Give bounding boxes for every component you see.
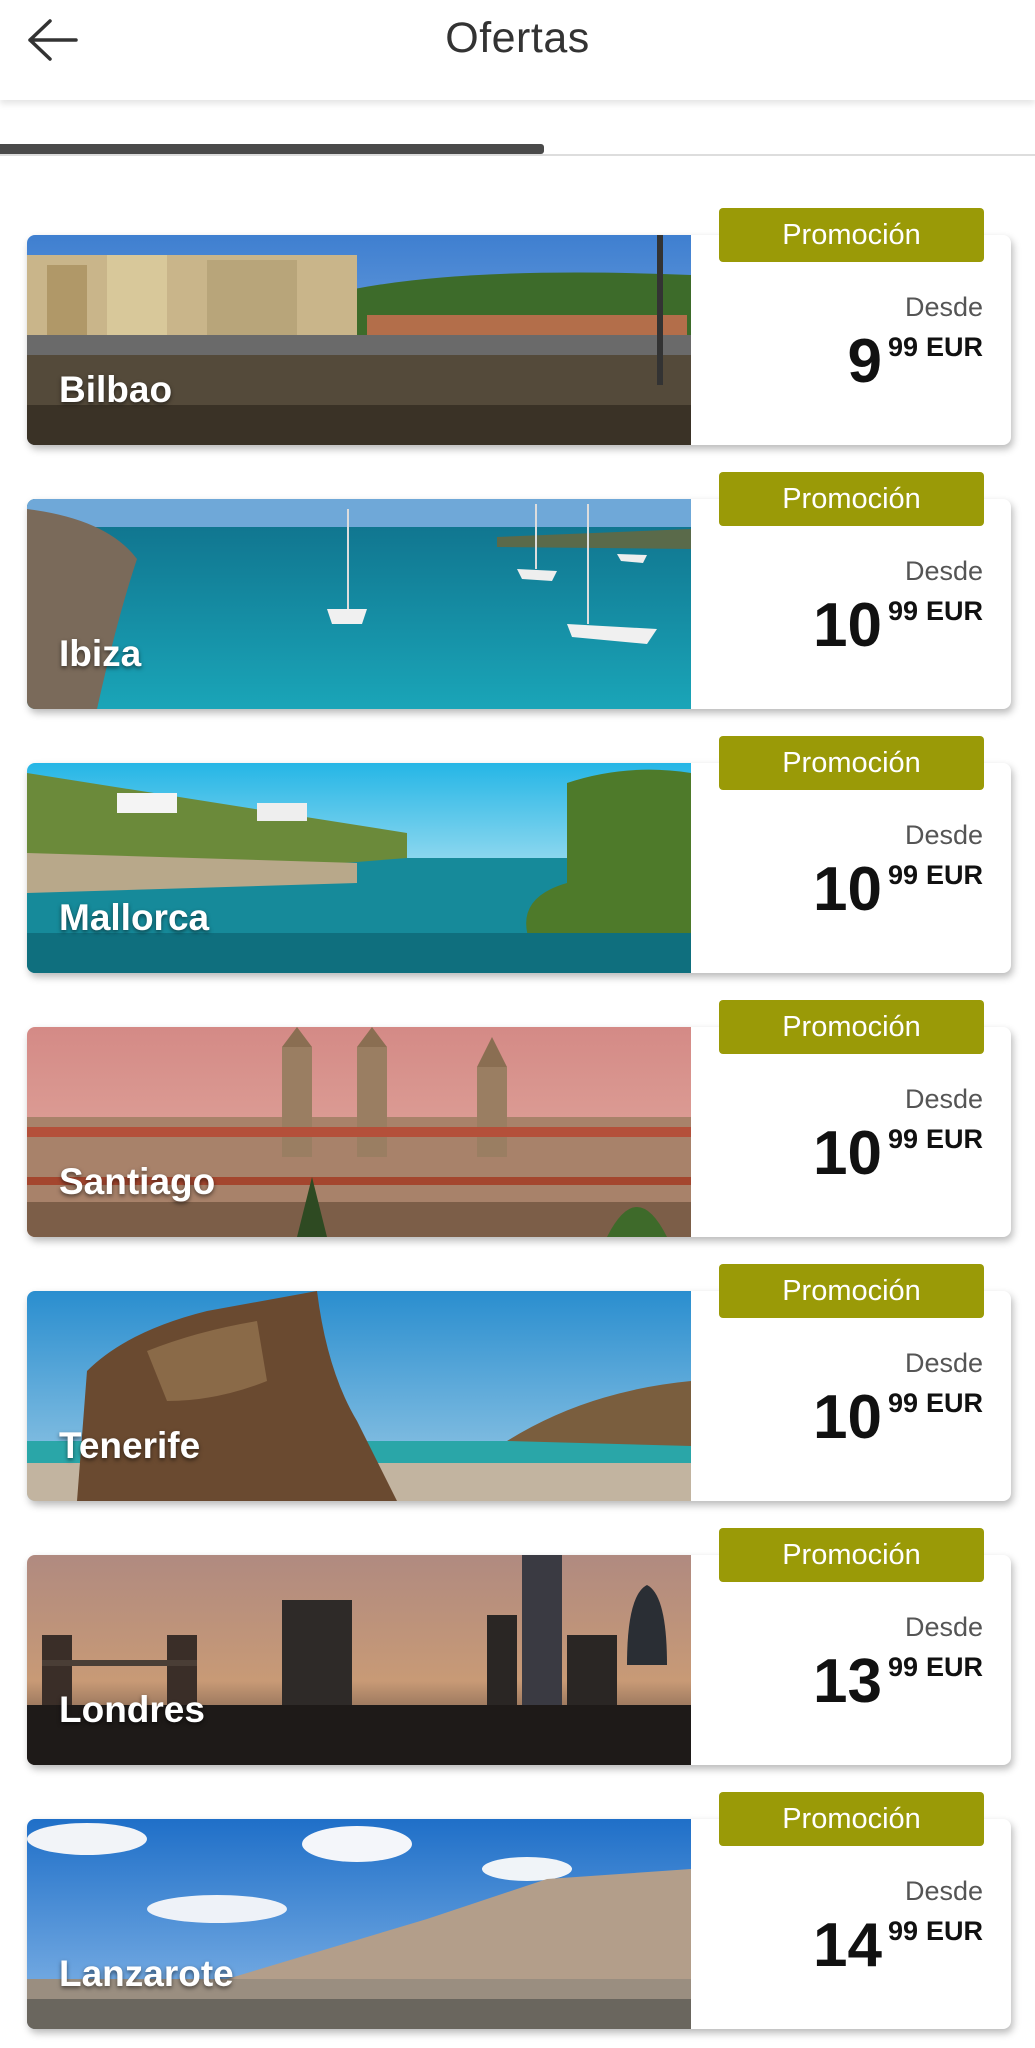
price-decimals: 99 (887, 1124, 918, 1154)
offer-card-ibiza[interactable]: Promoción Ibiza Desde 10 99 EUR (27, 472, 1011, 709)
price-decimals: 99 (887, 596, 918, 626)
price-integer: 10 (812, 1383, 882, 1452)
price-integer: 10 (812, 855, 882, 924)
price-from-label: Desde (904, 1876, 983, 1906)
price-currency: EUR (925, 1124, 983, 1154)
tab-second[interactable] (517, 120, 1034, 156)
offer-card-body: Londres Desde 13 99 EUR (27, 1555, 1011, 1765)
price-currency: EUR (925, 1388, 983, 1418)
price-integer: 13 (812, 1647, 882, 1716)
offer-card-londres[interactable]: Promoción Londres Desde 13 99 EUR (27, 1528, 1011, 1765)
offer-card-body: Santiago Desde 10 99 EUR (27, 1027, 1011, 1237)
price-integer: 10 (812, 1119, 882, 1188)
city-photo-bilbao: Bilbao (27, 235, 691, 445)
tab-first[interactable] (0, 120, 517, 156)
offer-card-lanzarote[interactable]: Promoción Lanzarote Desde 14 99 EUR (27, 1792, 1011, 2029)
city-name: Mallorca (59, 897, 210, 938)
offer-card-body: Bilbao Desde 9 99 EUR (27, 235, 1011, 445)
price-from-label: Desde (904, 556, 983, 586)
offer-card-body: Ibiza Desde 10 99 EUR (27, 499, 1011, 709)
price: 13 99 EUR (813, 1650, 983, 1714)
offer-card-mallorca[interactable]: Promoción Mallorca Desde 10 99 EUR (27, 736, 1011, 973)
price: 9 99 EUR (847, 330, 983, 394)
offer-card-body: Lanzarote Desde 14 99 EUR (27, 1819, 1011, 2029)
city-photo-londres: Londres (27, 1555, 691, 1765)
price: 10 99 EUR (813, 858, 983, 922)
price-currency: EUR (925, 332, 983, 362)
city-name: Bilbao (59, 369, 173, 410)
tab-bar (0, 140, 1035, 156)
app-bar: Ofertas (0, 0, 1035, 100)
city-name: Lanzarote (59, 1953, 234, 1994)
offer-card-body: Tenerife Desde 10 99 EUR (27, 1291, 1011, 1501)
price-integer: 10 (812, 591, 882, 660)
promo-badge: Promoción (719, 736, 984, 790)
price-decimals: 99 (887, 860, 918, 890)
price-from-label: Desde (904, 1084, 983, 1114)
offer-card-bilbao[interactable]: Promoción Bilbao Desde 9 99 EUR (27, 208, 1011, 445)
promo-badge: Promoción (719, 1264, 984, 1318)
price-currency: EUR (925, 860, 983, 890)
city-photo-tenerife: Tenerife (27, 1291, 691, 1501)
promo-badge: Promoción (719, 1000, 984, 1054)
price-from-label: Desde (904, 292, 983, 322)
price-decimals: 99 (887, 1916, 918, 1946)
city-photo-santiago: Santiago (27, 1027, 691, 1237)
price-from-label: Desde (904, 1348, 983, 1378)
city-name: Ibiza (59, 633, 142, 674)
promo-badge: Promoción (719, 472, 984, 526)
page-title: Ofertas (445, 14, 590, 62)
price-integer: 14 (812, 1911, 882, 1980)
price-from-label: Desde (904, 1612, 983, 1642)
promo-badge: Promoción (719, 1792, 984, 1846)
price-currency: EUR (925, 1652, 983, 1682)
offer-card-body: Mallorca Desde 10 99 EUR (27, 763, 1011, 973)
price: 14 99 EUR (813, 1914, 983, 1978)
price-currency: EUR (925, 1916, 983, 1946)
offer-card-tenerife[interactable]: Promoción Tenerife Desde 10 99 EUR (27, 1264, 1011, 1501)
promo-badge: Promoción (719, 208, 984, 262)
price-currency: EUR (925, 596, 983, 626)
price: 10 99 EUR (813, 1122, 983, 1186)
city-photo-ibiza: Ibiza (27, 499, 691, 709)
city-name: Londres (59, 1689, 205, 1730)
promo-badge: Promoción (719, 1528, 984, 1582)
price: 10 99 EUR (813, 594, 983, 658)
price-decimals: 99 (887, 1652, 918, 1682)
city-photo-mallorca: Mallorca (27, 763, 691, 973)
price-from-label: Desde (904, 820, 983, 850)
offer-card-santiago[interactable]: Promoción Santiago Desde 10 99 EUR (27, 1000, 1011, 1237)
city-name: Tenerife (59, 1425, 201, 1466)
city-name: Santiago (59, 1161, 216, 1202)
price-decimals: 99 (887, 1388, 918, 1418)
price-integer: 9 (847, 327, 882, 396)
price: 10 99 EUR (813, 1386, 983, 1450)
price-decimals: 99 (887, 332, 918, 362)
city-photo-lanzarote: Lanzarote (27, 1819, 691, 2029)
